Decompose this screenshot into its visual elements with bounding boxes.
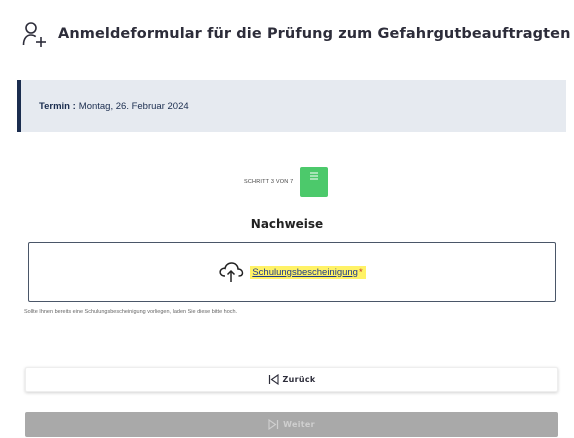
skip-back-icon bbox=[268, 374, 279, 385]
upload-link[interactable]: Schulungsbescheinigung bbox=[250, 265, 358, 279]
person-add-icon bbox=[22, 22, 46, 47]
termin-label: Termin : bbox=[39, 100, 76, 112]
step-indicator: SCHRITT 3 VON 7 bbox=[244, 167, 329, 197]
page-header: Anmeldeformular für die Prüfung zum Gefa… bbox=[22, 20, 571, 48]
page-title: Anmeldeformular für die Prüfung zum Gefa… bbox=[58, 26, 571, 42]
skip-forward-icon bbox=[268, 419, 279, 430]
required-mark: * bbox=[357, 265, 366, 279]
upload-hint: Sollte Ihnen bereits eine Schulungsbesch… bbox=[24, 309, 238, 315]
back-button[interactable]: Zurück bbox=[25, 367, 558, 392]
back-button-label: Zurück bbox=[282, 375, 316, 384]
next-button[interactable]: Weiter bbox=[25, 412, 558, 437]
list-icon bbox=[300, 167, 329, 197]
next-button-label: Weiter bbox=[283, 420, 315, 429]
step-text: SCHRITT 3 VON 7 bbox=[244, 179, 294, 185]
termin-value: Montag, 26. Februar 2024 bbox=[78, 100, 189, 112]
section-title: Nachweise bbox=[250, 217, 324, 231]
termin-banner: Termin : Montag, 26. Februar 2024 bbox=[17, 80, 566, 132]
upload-box[interactable]: Schulungsbescheinigung * bbox=[28, 242, 556, 302]
cloud-upload-icon[interactable] bbox=[218, 261, 244, 283]
